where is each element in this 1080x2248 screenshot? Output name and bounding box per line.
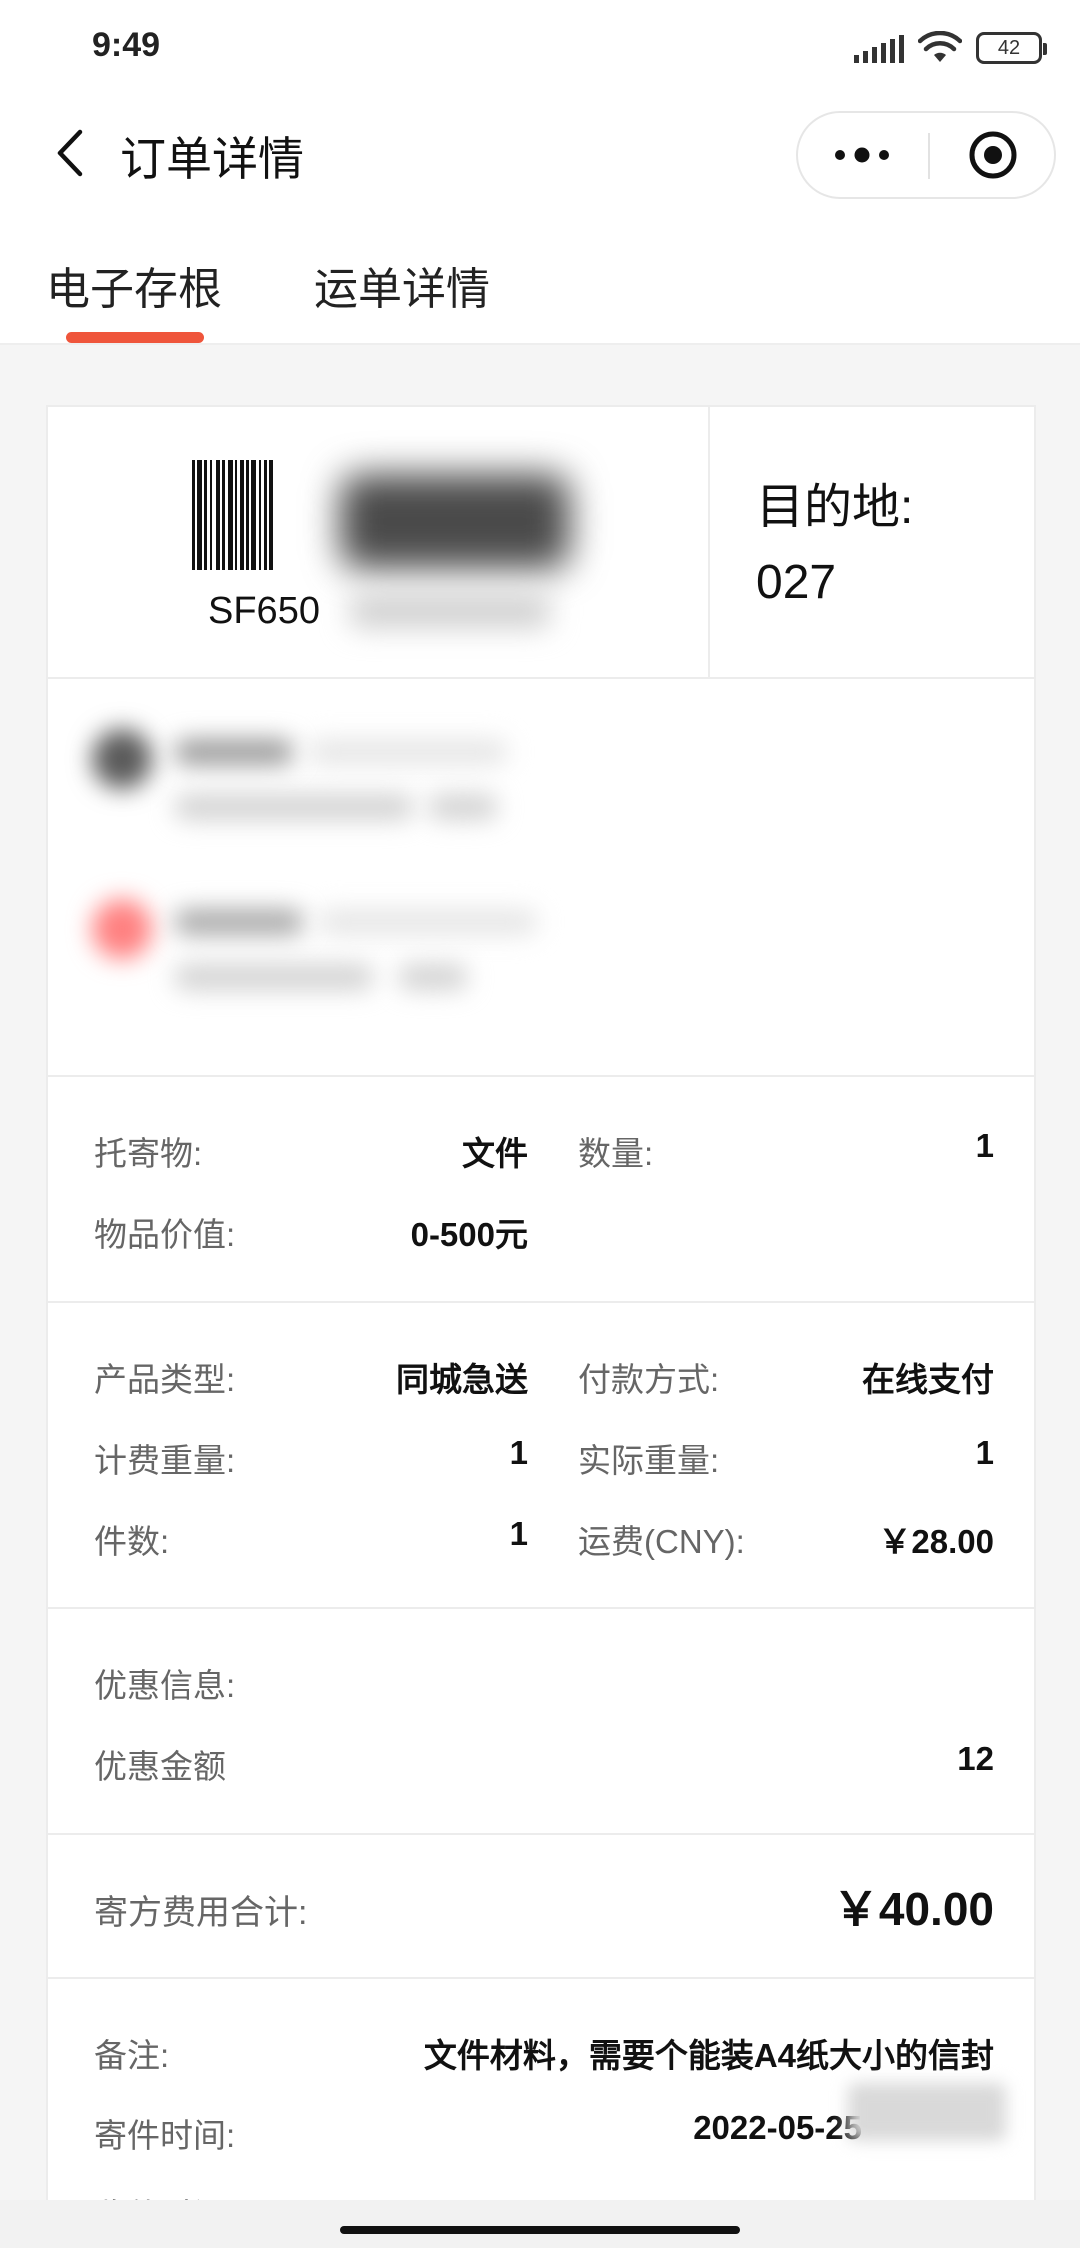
item-value: 文件 [462,1135,528,1172]
billing-weight-value: 1 [509,1434,528,1471]
destination-label: 目的地: [756,481,914,534]
total-section: 寄方费用合计: ￥40.00 [48,1835,1034,1979]
wifi-icon [918,31,962,62]
value-value: 0-500元 [410,1216,528,1253]
actual-weight-value: 1 [975,1434,994,1471]
redacted-text [398,964,468,990]
billing-weight-label: 计费重量: [94,1442,236,1479]
freight-label: 运费(CNY): [578,1523,745,1560]
status-icons: 42 [854,28,1047,68]
nav-bar: 订单详情 [0,95,1080,215]
mini-program-capsule [796,111,1056,199]
note-label: 备注: [94,2037,170,2074]
redacted-text [174,909,304,935]
battery-icon: 42 [976,32,1047,64]
redacted-text [174,964,374,990]
discount-section: 优惠信息: 优惠金额 12 [48,1609,1034,1835]
sender-avatar [92,729,152,789]
more-button[interactable] [798,113,926,197]
discount-amount-label: 优惠金额 [94,1748,226,1785]
redacted-barcode [320,419,600,659]
product-type-value: 同城急送 [396,1361,528,1398]
payment-label: 付款方式: [578,1361,720,1398]
redacted-text [174,794,414,820]
pieces-value: 1 [509,1515,528,1552]
item-label: 托寄物: [94,1135,203,1172]
status-time: 9:49 [92,26,161,64]
receiver-avatar [92,899,152,959]
home-indicator[interactable] [340,2226,740,2234]
product-type-label: 产品类型: [94,1361,236,1398]
status-bar: 9:49 42 [0,0,1080,95]
tab-waybill-details[interactable]: 运单详情 [314,253,490,317]
redacted-addresses [48,679,1034,1077]
page-title: 订单详情 [120,133,304,185]
redacted-text [308,739,508,765]
redacted-time [848,2083,1006,2141]
discount-info-label: 优惠信息: [94,1667,236,1704]
discount-amount-value: 12 [957,1740,994,1777]
top-area: 9:49 42 订单详情 电子存根 运单详情 [0,0,1080,345]
value-label: 物品价值: [94,1216,236,1253]
redacted-text [428,794,498,820]
send-time-label: 寄件时间: [94,2117,236,2154]
total-label: 寄方费用合计: [94,1894,308,1932]
quantity-label: 数量: [578,1135,654,1172]
close-miniprogram-button[interactable] [930,113,1056,197]
note-value: 文件材料，需要个能装A4纸大小的信封 [423,2037,994,2074]
total-value: ￥40.00 [832,1883,994,1935]
destination-code: 027 [756,556,837,609]
stub-card: SF650 目的地: 027 托寄物: 文件 数量: 1 物品价值: 0-500… [46,405,1036,2248]
pieces-label: 件数: [94,1523,170,1560]
send-time-value: 2022-05-25 [693,2109,862,2146]
freight-value: ￥28.00 [878,1523,994,1560]
redacted-text [318,909,538,935]
header-divider [708,407,710,679]
actual-weight-label: 实际重量: [578,1442,720,1479]
active-tab-indicator [66,332,204,343]
stub-header: SF650 目的地: 027 [48,407,1034,679]
tab-stub[interactable]: 电子存根 [46,253,222,317]
goods-section: 托寄物: 文件 数量: 1 物品价值: 0-500元 [48,1077,1034,1303]
back-button[interactable] [40,123,100,183]
service-section: 产品类型: 同城急送 付款方式: 在线支付 计费重量: 1 实际重量: 1 件数… [48,1303,1034,1609]
redacted-text [174,739,294,765]
tab-bar: 电子存根 运单详情 [0,215,1080,345]
waybill-number: SF650 [208,590,320,632]
more-dots-icon [835,147,889,163]
bottom-bar [0,2200,1080,2248]
payment-value: 在线支付 [862,1361,994,1398]
signal-icon [854,33,904,63]
chevron-left-icon [57,129,83,177]
target-icon [969,131,1017,179]
barcode [192,460,322,570]
quantity-value: 1 [975,1127,994,1164]
